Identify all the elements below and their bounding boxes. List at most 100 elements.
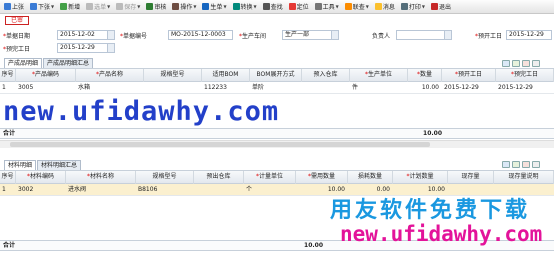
column-header[interactable]: 序号 [0,69,16,82]
column-header[interactable]: 规格型号 [136,171,194,184]
finish-date-field[interactable]: 2015-12-29 [57,43,115,53]
table-cell-unit[interactable]: 件 [350,82,408,94]
column-header[interactable]: BOM展开方式 [250,69,302,82]
column-header[interactable]: 损耗数量 [348,171,393,184]
calendar-icon[interactable] [107,31,114,39]
table-row[interactable]: 1 3005 水箱 112233 单阶件 10.00 2015-12-29 2015-12-2… [0,82,554,94]
toolbar-button[interactable]: 联查 ▼ [343,1,371,13]
toolbar-button[interactable]: 审核 [144,1,168,13]
toolbar-button[interactable]: 生单 ▼ [200,1,228,13]
chevron-down-icon[interactable]: ▼ [336,4,339,9]
workshop-label: *生产车间 [239,33,267,40]
toolbar-button[interactable]: 上张 [2,1,26,13]
table-cell-spec[interactable] [144,82,202,94]
table-cell-code[interactable]: 3005 [16,82,76,94]
chevron-down-icon[interactable]: ▼ [51,4,54,9]
column-header[interactable]: 预出仓库 [194,171,244,184]
table-cell-seq[interactable]: 1 [0,82,16,94]
chevron-down-icon[interactable]: ▼ [366,4,369,9]
column-header[interactable]: 序号 [0,171,16,184]
toolbar-button[interactable]: 工具 ▼ [313,1,341,13]
toolbar-button[interactable]: 下张 ▼ [28,1,56,13]
toolbar-button[interactable]: 转换 ▼ [231,1,259,13]
column-header[interactable]: *材料名称 [66,171,136,184]
toolbar-button[interactable]: 操作 ▼ [170,1,198,13]
toolbar-button[interactable]: 保存 ▼ [114,1,142,13]
person-label: 负责人 [372,33,391,40]
column-header-label: 数量 [419,71,432,78]
toolbar-button-label: 新增 [68,4,81,11]
grid-delete-icon[interactable] [522,161,530,168]
toolbar-button[interactable]: 查找 [261,1,285,13]
column-header[interactable]: 现存量说明 [494,171,554,184]
tab-material-detail[interactable]: 材料明细 [4,160,37,170]
chevron-down-icon[interactable]: ▼ [223,4,226,9]
doc-no-field[interactable]: MO-2015-12-0003 [168,30,233,40]
toolbar-button[interactable]: 退出 [429,1,453,13]
column-header[interactable]: *数量 [408,69,442,82]
toolbar-button[interactable]: 选单 ▼ [84,1,112,13]
table-cell-bom_mode[interactable]: 单阶 [250,82,302,94]
table-cell-finish[interactable]: 2015-12-29 [496,82,554,94]
tab-product-summary[interactable]: 产成品明细汇总 [43,58,94,68]
column-header[interactable]: *预完工日 [496,69,554,82]
column-header[interactable]: 适用BOM [202,69,250,82]
table-cell-code[interactable]: 3002 [16,184,66,196]
grid-settings-icon[interactable] [532,60,540,67]
prev-icon [4,3,11,10]
product-scrollbar[interactable] [0,140,554,148]
chevron-down-icon[interactable]: ▼ [137,4,140,9]
toolbar-button-label: 打印 [408,4,421,11]
column-header[interactable]: *预开工日 [442,69,496,82]
chevron-down-icon[interactable]: ▼ [107,4,110,9]
grid-insert-icon[interactable] [502,60,510,67]
grid-delete-icon[interactable] [522,60,530,67]
tab-material-summary[interactable]: 材料明细汇总 [37,160,82,170]
toolbar-button-label: 操作 [180,4,193,11]
table-cell-start[interactable]: 2015-12-29 [442,82,496,94]
column-header[interactable]: *产品名称 [76,69,144,82]
tab-product-detail[interactable]: 产成品明细 [4,58,43,68]
grid-copy-icon[interactable] [512,60,520,67]
toolbar-button[interactable]: 定位 [287,1,311,13]
table-cell-bom[interactable]: 112233 [202,82,250,94]
toolbar-button[interactable]: 消息 [373,1,397,13]
calendar-icon[interactable] [107,44,114,52]
doc-date-field[interactable]: 2015-12-02 [57,30,115,40]
toolbar-button[interactable]: 新增 [58,1,82,13]
column-header[interactable]: 规格型号 [144,69,202,82]
table-cell-warehouse[interactable] [194,184,244,196]
grid-copy-icon[interactable] [512,161,520,168]
column-header[interactable]: *计量单位 [244,171,296,184]
column-header[interactable]: 预入仓库 [302,69,350,82]
column-header-label: BOM展开方式 [256,71,295,78]
table-cell-unit[interactable]: 个 [244,184,296,196]
grid-settings-icon[interactable] [532,161,540,168]
chevron-down-icon[interactable]: ▼ [193,4,196,9]
grid-insert-icon[interactable] [502,161,510,168]
column-header[interactable]: *产品编码 [16,69,76,82]
table-cell-qty[interactable]: 10.00 [408,82,442,94]
toolbar-button[interactable]: 打印 ▼ [399,1,427,13]
chevron-down-icon[interactable]: ▼ [254,4,257,9]
chevron-down-icon[interactable]: ▼ [422,4,425,9]
column-header[interactable]: *生产单位 [350,69,408,82]
column-header-label: 需用数量 [310,173,335,180]
start-date-field[interactable]: 2015-12-29 [506,30,552,40]
column-header[interactable]: *材料编码 [16,171,66,184]
toolbar: 上张 下张 ▼ 新增 选单 ▼ 保存 ▼ 审核 操作 ▼ 生单 ▼ 转换 ▼ 查找 定位 工具 ▼ 联查 ▼ 消息 打印 ▼ 退… [0,0,554,14]
table-cell-name[interactable]: 进水阀 [66,184,136,196]
toolbar-button-label: 审核 [154,4,167,11]
lookup-icon[interactable] [331,31,338,39]
workshop-field[interactable]: 生产一部 [282,30,339,40]
table-cell-name[interactable]: 水箱 [76,82,144,94]
column-header[interactable]: 现存量 [448,171,494,184]
link-icon [344,3,352,10]
column-header[interactable]: *需用数量 [296,171,348,184]
table-cell-seq[interactable]: 1 [0,184,16,196]
table-cell-warehouse[interactable] [302,82,350,94]
column-header[interactable]: *计划数量 [393,171,448,184]
person-field[interactable] [396,30,452,40]
lookup-icon[interactable] [444,31,451,39]
table-cell-spec[interactable]: B8106 [136,184,194,196]
